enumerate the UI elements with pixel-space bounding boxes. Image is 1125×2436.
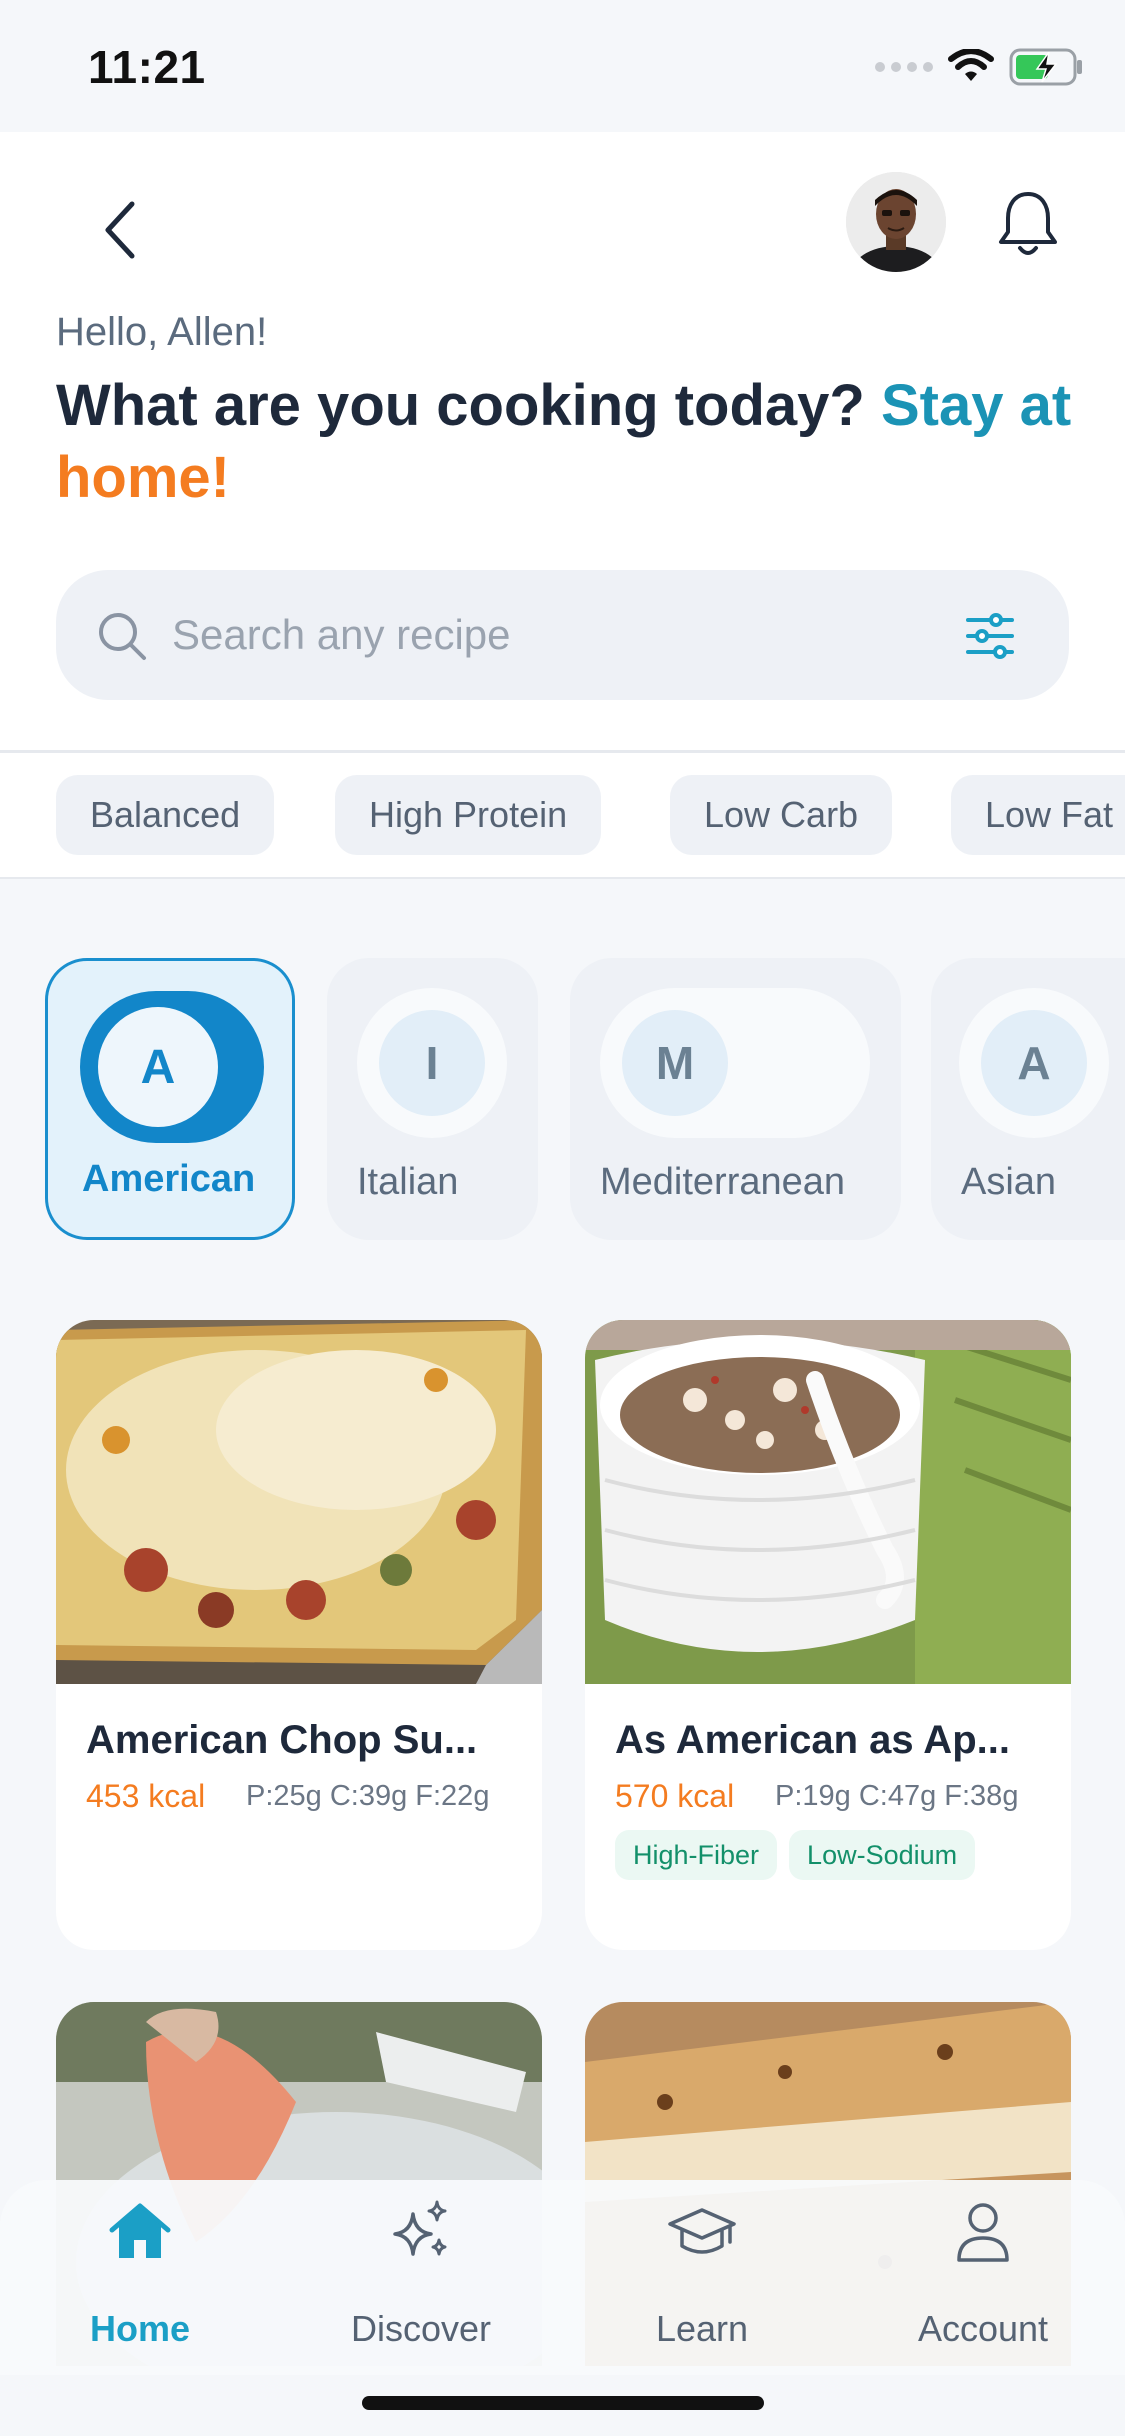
recipe-image [585, 1320, 1071, 1684]
recipe-card[interactable]: American Chop Su... 453 kcal P:25g C:39g… [56, 1320, 542, 1950]
tab-label: Discover [350, 2308, 492, 2349]
recipe-title: As American as Ap... [615, 1718, 1010, 1762]
headline-main: What are you cooking today? [56, 373, 881, 438]
header: Hello, Allen! What are you cooking today… [0, 132, 1125, 750]
chip-high-protein[interactable]: High Protein [335, 775, 602, 855]
cuisine-italian[interactable]: I Italian [327, 958, 538, 1240]
tab-learn[interactable]: Learn [592, 2180, 812, 2375]
tag-badge: High-Fiber [615, 1830, 778, 1880]
status-icons [875, 48, 1085, 86]
cuisine-initial: A [981, 1010, 1087, 1116]
wifi-icon [948, 49, 994, 81]
selected-toggle: A [80, 991, 264, 1143]
tab-account[interactable]: Account [873, 2180, 1093, 2375]
tab-label: Learn [655, 2308, 749, 2349]
tag-badge: Low-Sodium [789, 1830, 976, 1880]
cellular-signal-icon [875, 62, 933, 72]
recipe-macros: P:19g C:47g F:38g [775, 1780, 1019, 1812]
headline-accent-teal: Stay at [880, 373, 1072, 438]
tab-discover[interactable]: Discover [311, 2180, 531, 2375]
recipe-macros: P:25g C:39g F:22g [246, 1780, 490, 1812]
recipe-card[interactable]: As American as Ap... 570 kcal P:19g C:47… [585, 1320, 1071, 1950]
recipe-image [56, 1320, 542, 1684]
cuisine-badge: I [357, 988, 507, 1138]
page-title: What are you cooking today? Stay at home… [56, 370, 1076, 514]
sparkles-icon [393, 2200, 447, 2256]
chip-low-carb[interactable]: Low Carb [670, 775, 893, 855]
cuisine-initial: I [379, 1010, 485, 1116]
status-time: 11:21 [88, 41, 206, 93]
search-icon [99, 613, 146, 660]
status-bar: 11:21 [0, 0, 1125, 132]
cuisine-asian[interactable]: A Asian [931, 958, 1125, 1240]
home-icon [109, 2203, 171, 2258]
home-indicator[interactable] [362, 2396, 764, 2410]
cuisine-badge: M [600, 988, 870, 1138]
cuisine-initial: M [622, 1010, 728, 1116]
battery-icon [1009, 48, 1082, 86]
cuisine-label: Mediterranean [600, 1161, 846, 1203]
cuisine-label: Italian [357, 1161, 459, 1203]
recipe-title: American Chop Su... [86, 1718, 478, 1762]
cuisine-badge: A [959, 988, 1109, 1138]
recipe-calories: 570 kcal [615, 1778, 735, 1814]
user-photo [846, 172, 946, 272]
cuisine-initial: A [98, 1007, 218, 1127]
cuisine-mediterranean[interactable]: M Mediterranean [570, 958, 901, 1240]
chip-low-fat[interactable]: Low Fat [951, 775, 1125, 855]
tab-label: Account [917, 2308, 1049, 2349]
back-button[interactable] [90, 190, 150, 270]
greeting: Hello, Allen! [56, 310, 268, 354]
cuisine-american[interactable]: A American [45, 958, 295, 1240]
cuisine-label: Asian [961, 1161, 1057, 1203]
bottom-tab-bar: Home Discover Learn Account [0, 2180, 1125, 2375]
avatar[interactable] [846, 172, 946, 272]
chip-balanced[interactable]: Balanced [56, 775, 275, 855]
search-bar [56, 570, 1069, 700]
diet-filter-row: Balanced High Protein Low Carb Low Fat [0, 753, 1125, 879]
cuisine-label: American [82, 1158, 256, 1200]
headline-accent-orange: home! [56, 445, 230, 510]
recipe-tags: High-Fiber Low-Sodium [615, 1830, 976, 1880]
filter-sliders-icon[interactable] [962, 608, 1018, 664]
bell-icon [999, 192, 1057, 255]
tab-home[interactable]: Home [30, 2180, 250, 2375]
notifications-button[interactable] [990, 182, 1066, 266]
user-icon [957, 2203, 1009, 2262]
recipe-calories: 453 kcal [86, 1778, 206, 1814]
tab-label: Home [89, 2308, 191, 2349]
search-input[interactable] [172, 570, 952, 700]
graduation-cap-icon [668, 2208, 736, 2254]
chevron-left-icon [105, 201, 135, 259]
cuisine-selector: A American I Italian M Mediterranean A A… [0, 958, 1125, 1242]
